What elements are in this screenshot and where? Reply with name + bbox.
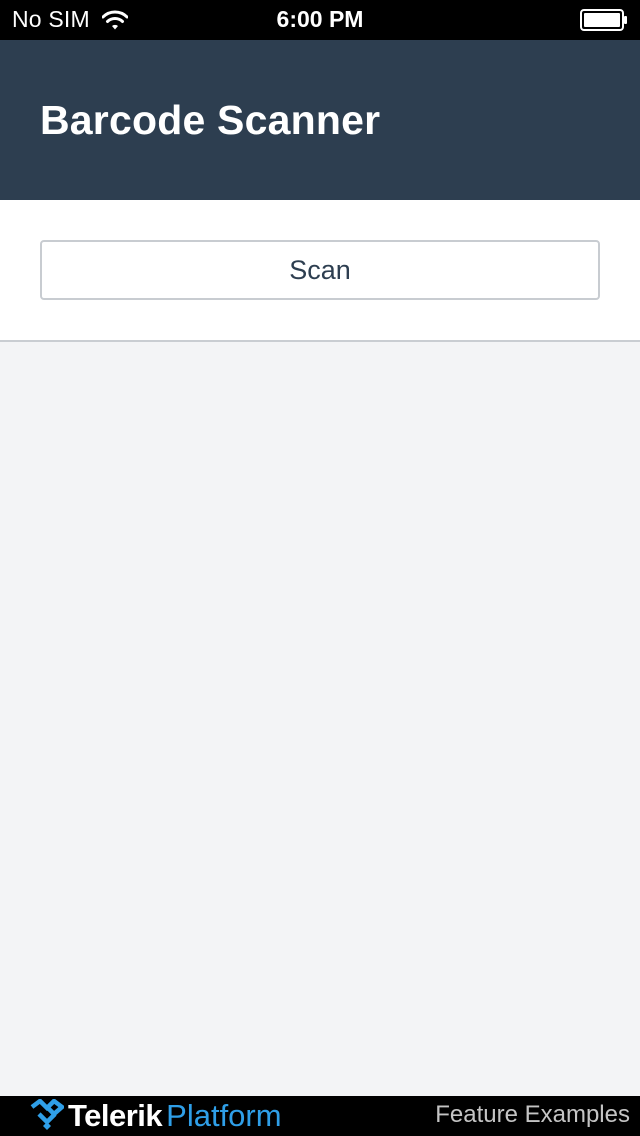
- battery-full-icon: [580, 9, 627, 31]
- telerik-platform-logo[interactable]: Telerik Platform: [30, 1098, 282, 1134]
- logo-product: Platform: [166, 1098, 282, 1133]
- status-bar: No SIM 6:00 PM: [0, 0, 640, 40]
- footer-bar: Telerik Platform Feature Examples: [0, 1096, 640, 1136]
- scan-panel: Scan: [0, 200, 640, 342]
- app-screen: No SIM 6:00 PM Barcode Scanner Scan Tele…: [0, 0, 640, 1136]
- app-header: Barcode Scanner: [0, 40, 640, 200]
- logo-brand: Telerik: [68, 1098, 163, 1133]
- results-area: [0, 342, 640, 1096]
- scan-button[interactable]: Scan: [40, 240, 600, 300]
- page-title: Barcode Scanner: [40, 97, 381, 143]
- feature-examples-link[interactable]: Feature Examples: [435, 1101, 630, 1129]
- telerik-logo-icon: [30, 1099, 64, 1130]
- status-time: 6:00 PM: [276, 6, 364, 32]
